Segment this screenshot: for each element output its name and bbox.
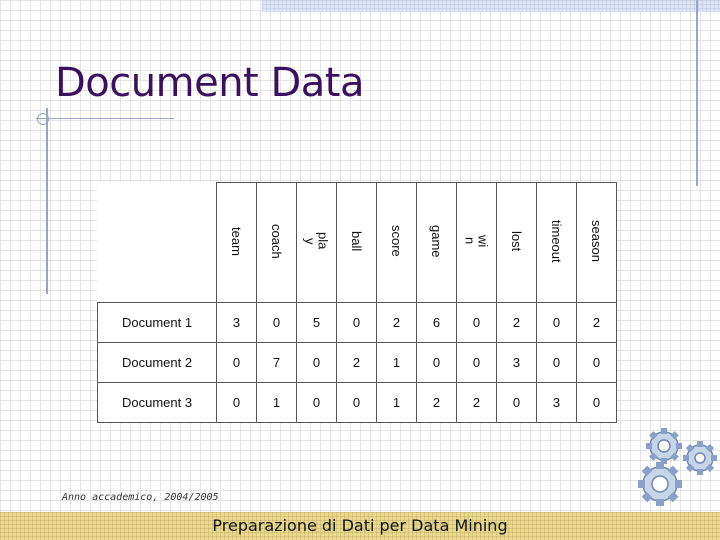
left-vertical-rule <box>46 108 48 294</box>
term-header: game <box>416 182 457 303</box>
table-cell: 0 <box>536 342 577 383</box>
table-row: Document 3 0 1 0 0 1 2 2 0 3 0 <box>97 382 617 423</box>
table-cell: 0 <box>216 382 257 423</box>
table-cell: 5 <box>296 302 337 343</box>
table-cell: 0 <box>336 382 377 423</box>
table-cell: 0 <box>456 302 497 343</box>
table-row: Document 2 0 7 0 2 1 0 0 3 0 0 <box>97 342 617 383</box>
table-cell: 1 <box>256 382 297 423</box>
table-cell: 1 <box>376 382 417 423</box>
term-header: season <box>576 182 617 303</box>
table-cell: 6 <box>416 302 457 343</box>
footer-academic-year: Anno accademico, 2004/2005 <box>62 492 219 503</box>
row-label: Document 2 <box>97 342 217 383</box>
top-decoration-band <box>262 0 720 12</box>
table-cell: 0 <box>416 342 457 383</box>
table-cell: 2 <box>376 302 417 343</box>
table-cell: 2 <box>576 302 617 343</box>
table-cell: 0 <box>216 342 257 383</box>
term-header: lost <box>496 182 537 303</box>
rule-circle-ornament <box>37 113 49 125</box>
table-corner <box>98 183 217 303</box>
table-cell: 3 <box>496 342 537 383</box>
table-cell: 0 <box>296 342 337 383</box>
right-vertical-rule <box>696 0 698 186</box>
table-cell: 2 <box>336 342 377 383</box>
footer-course-title: Preparazione di Dati per Data Mining <box>212 516 508 535</box>
row-label: Document 3 <box>97 382 217 423</box>
table-cell: 0 <box>456 342 497 383</box>
document-term-table: team coach pla y ball score game wi n lo… <box>97 182 617 423</box>
row-label: Document 1 <box>97 302 217 343</box>
table-cell: 0 <box>536 302 577 343</box>
gears-icon <box>638 428 717 506</box>
table-cell: 2 <box>456 382 497 423</box>
table-cell: 0 <box>576 382 617 423</box>
term-header: team <box>216 182 257 303</box>
table-cell: 0 <box>296 382 337 423</box>
table-cell: 0 <box>496 382 537 423</box>
term-header: ball <box>336 182 377 303</box>
term-header-row: team coach pla y ball score game wi n lo… <box>98 182 617 303</box>
table-cell: 0 <box>576 342 617 383</box>
table-cell: 2 <box>496 302 537 343</box>
term-header: pla y <box>296 182 337 303</box>
table-row: Document 1 3 0 5 0 2 6 0 2 0 2 <box>97 302 617 343</box>
term-header: score <box>376 182 417 303</box>
table-cell: 3 <box>536 382 577 423</box>
table-cell: 3 <box>216 302 257 343</box>
table-cell: 0 <box>256 302 297 343</box>
table-cell: 1 <box>376 342 417 383</box>
term-header: wi n <box>456 182 497 303</box>
page-title: Document Data <box>55 60 364 106</box>
term-header: timeout <box>536 182 577 303</box>
table-cell: 0 <box>336 302 377 343</box>
table-cell: 7 <box>256 342 297 383</box>
title-underline <box>36 118 174 119</box>
term-header: coach <box>256 182 297 303</box>
table-cell: 2 <box>416 382 457 423</box>
